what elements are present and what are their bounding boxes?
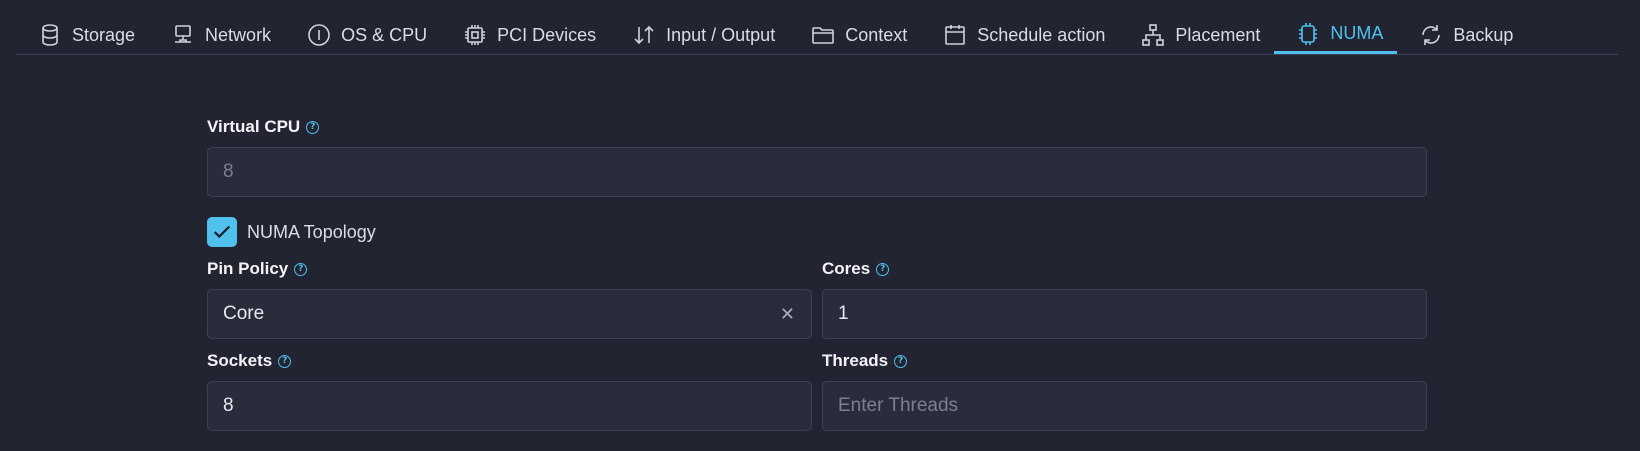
help-icon[interactable]: ? [876,262,890,276]
tab-backup[interactable]: Backup [1397,16,1527,54]
chip-icon [465,25,486,45]
clear-icon[interactable]: ✕ [780,304,795,325]
sockets-input[interactable]: 8 [207,381,812,431]
tab-label: Network [205,24,272,45]
numa-topology-checkbox[interactable] [207,217,237,247]
checkmark-icon [213,225,231,239]
tab-label: Input / Output [666,24,776,45]
threads-input[interactable]: Enter Threads [822,381,1427,431]
tab-pci-devices[interactable]: PCI Devices [441,16,610,54]
sockets-label: Sockets ? [207,351,292,371]
help-icon[interactable]: ? [306,120,320,134]
tab-label: Schedule action [977,24,1106,45]
tab-label: Backup [1453,24,1514,45]
cores-label: Cores ? [822,259,890,279]
tab-bar: Storage Network OS & CPU PCI Devices Inp… [16,16,1618,55]
cores-input[interactable]: 1 [822,289,1427,339]
tab-label: PCI Devices [497,24,597,45]
tab-os-cpu[interactable]: OS & CPU [285,16,441,54]
cpu-icon [1299,22,1318,45]
tab-label: Storage [72,24,136,45]
network-icon [175,25,192,43]
threads-label: Threads ? [822,351,908,371]
pin-policy-select[interactable]: Core ✕ [207,289,812,339]
pin-policy-label: Pin Policy ? [207,259,308,279]
database-icon [42,24,58,46]
tab-network[interactable]: Network [149,16,285,54]
tab-label: Placement [1175,24,1261,45]
refresh-icon [1422,25,1441,45]
tab-label: NUMA [1330,23,1384,43]
hierarchy-icon [1142,24,1165,46]
tab-schedule-action[interactable]: Schedule action [921,16,1119,54]
vcpu-field: 8 [207,147,1427,197]
arrows-updown-icon [634,25,654,45]
info-circle-icon [308,24,330,46]
tab-label: Context [845,24,908,45]
tab-placement[interactable]: Placement [1119,16,1274,54]
folder-icon [812,27,835,44]
help-icon[interactable]: ? [294,262,308,276]
help-icon[interactable]: ? [894,354,908,368]
vcpu-label: Virtual CPU ? [207,117,320,137]
numa-topology-label[interactable]: NUMA Topology [247,222,376,243]
calendar-icon [945,25,966,45]
tab-label: OS & CPU [341,24,428,45]
tab-input-output[interactable]: Input / Output [610,16,789,54]
tab-context[interactable]: Context [789,16,921,54]
tab-numa[interactable]: NUMA [1274,16,1398,54]
help-icon[interactable]: ? [278,354,292,368]
tab-storage[interactable]: Storage [16,16,149,54]
